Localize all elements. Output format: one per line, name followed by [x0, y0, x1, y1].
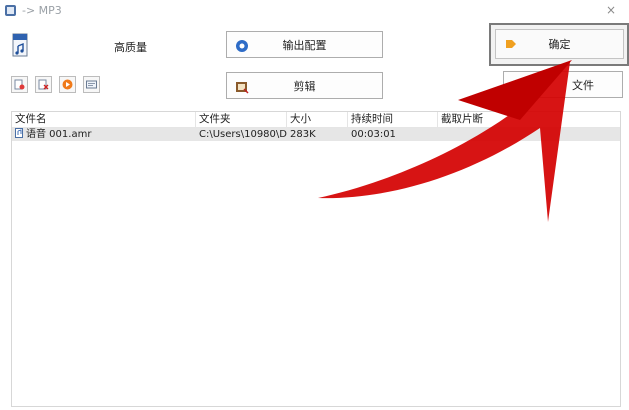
cell-duration: 00:03:01 — [351, 129, 396, 140]
output-settings-icon — [236, 40, 248, 52]
add-file-small-button[interactable] — [11, 76, 28, 93]
film-edit-icon — [236, 82, 249, 94]
edit-button[interactable]: 剪辑 — [226, 72, 383, 99]
output-settings-label: 输出配置 — [282, 38, 327, 52]
filename-text: 语音 001.amr — [26, 129, 92, 140]
window-title: -> MP3 — [22, 4, 62, 17]
title-bar: -> MP3 × — [0, 0, 629, 22]
info-button[interactable] — [83, 76, 100, 93]
audio-file-icon — [15, 128, 23, 138]
column-header-size[interactable]: 大小 — [287, 112, 348, 127]
edit-label: 剪辑 — [293, 79, 316, 93]
table-row[interactable]: 语音 001.amr C:\Users\10980\De... 283K 00:… — [12, 128, 620, 141]
remove-file-icon — [38, 79, 49, 90]
table-header: 文件名 文件夹 大小 持续时间 截取片断 — [12, 112, 620, 128]
mp3-file-icon — [12, 33, 28, 57]
column-header-duration[interactable]: 持续时间 — [348, 112, 438, 127]
play-button[interactable] — [59, 76, 76, 93]
quality-label[interactable]: 高质量 — [114, 39, 147, 55]
ok-button[interactable]: 确定 — [495, 29, 624, 59]
column-header-folder[interactable]: 文件夹 — [196, 112, 287, 127]
column-header-clip[interactable]: 截取片断 — [438, 112, 620, 127]
app-icon — [5, 5, 16, 16]
add-file-label: 文件 — [572, 78, 594, 92]
remove-file-button[interactable] — [35, 76, 52, 93]
file-list-table[interactable]: 文件名 文件夹 大小 持续时间 截取片断 语音 001.amr C:\Users… — [11, 111, 621, 407]
cell-size: 283K — [290, 129, 316, 140]
output-settings-button[interactable]: 输出配置 — [226, 31, 383, 58]
cell-folder: C:\Users\10980\De... — [199, 129, 287, 140]
cell-filename: 语音 001.amr — [12, 128, 196, 141]
column-header-filename[interactable]: 文件名 — [12, 112, 196, 127]
confirm-arrow-icon — [506, 40, 516, 48]
info-icon — [86, 80, 97, 89]
cell-clip — [438, 128, 620, 141]
close-icon[interactable]: × — [606, 3, 616, 17]
play-icon — [62, 79, 73, 90]
add-file-button[interactable]: 文件 — [503, 71, 623, 98]
add-file-icon — [14, 79, 25, 90]
